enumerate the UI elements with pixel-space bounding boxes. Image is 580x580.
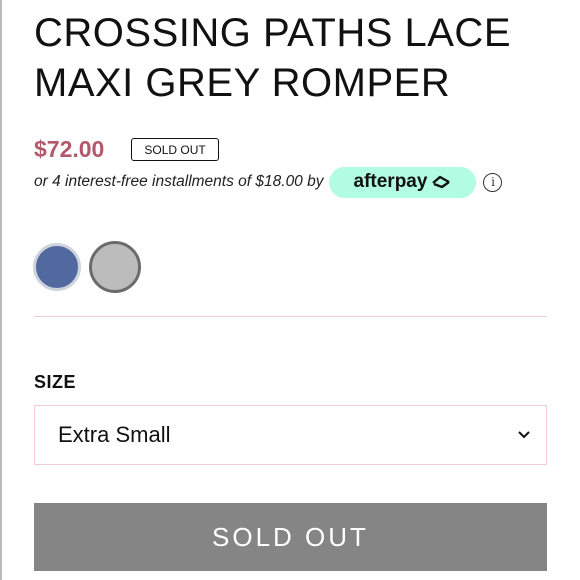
sold-out-button[interactable]: SOLD OUT	[34, 503, 547, 571]
size-select[interactable]: Extra Small	[34, 405, 547, 465]
swatch-blue[interactable]	[33, 243, 81, 291]
info-circle-icon[interactable]: i	[483, 172, 503, 192]
installments-text: or 4 interest-free installments of $18.0…	[34, 173, 324, 190]
left-edge-rule	[0, 0, 2, 580]
size-selected-value: Extra Small	[58, 422, 171, 447]
product-price: $72.00	[34, 135, 105, 162]
price-row: $72.00 SOLD OUT	[34, 134, 219, 164]
product-title: CROSSING PATHS LACE MAXI GREY ROMPER	[34, 11, 511, 105]
swatch-grey[interactable]	[89, 241, 141, 293]
sold-out-badge: SOLD OUT	[131, 137, 219, 161]
afterpay-row: or 4 interest-free installments of $18.0…	[34, 166, 503, 198]
chevron-down-icon	[518, 431, 530, 439]
afterpay-brand-text: afterpay	[353, 171, 428, 192]
afterpay-arrows-icon	[432, 175, 451, 189]
size-label: SIZE	[34, 372, 77, 392]
color-swatches	[33, 241, 141, 293]
divider	[34, 316, 547, 317]
afterpay-logo[interactable]: afterpay	[329, 166, 477, 198]
